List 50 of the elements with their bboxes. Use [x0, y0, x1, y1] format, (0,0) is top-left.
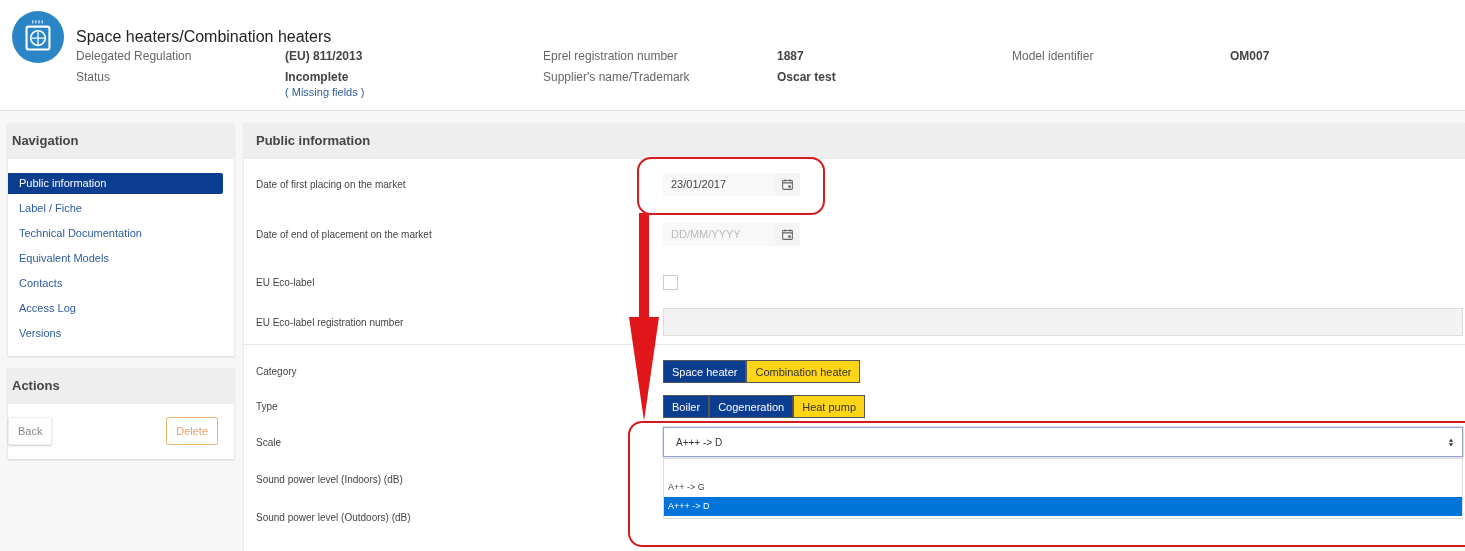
toggle-button[interactable]: Heat pump	[793, 395, 865, 418]
field-label: Type	[256, 401, 279, 412]
back-button[interactable]: Back	[8, 417, 53, 445]
date-field[interactable]: 23/01/2017	[663, 172, 775, 196]
missing-fields-link[interactable]: ( Missing fields )	[285, 86, 543, 98]
field-value: OM007	[1230, 49, 1271, 63]
page-title: Space heaters/Combination heaters	[76, 28, 333, 46]
field-label: Delegated Regulation	[76, 49, 193, 63]
field-label: EU Eco-label	[256, 276, 316, 288]
panel-title: Public information	[244, 123, 1465, 159]
nav-item[interactable]: Contacts	[8, 273, 223, 294]
calendar-button[interactable]	[775, 222, 800, 246]
field-label: Sound power level (Outdoors) (dB)	[256, 511, 412, 523]
calendar-button[interactable]	[775, 172, 800, 196]
field-value: (EU) 811/2013	[285, 49, 364, 63]
nav-item[interactable]: Access Log	[8, 298, 223, 319]
field-label: Category	[256, 366, 298, 377]
nav-item[interactable]: Versions	[8, 323, 223, 344]
nav-item[interactable]: Technical Documentation	[8, 223, 223, 244]
date-field[interactable]: DD/MM/YYYY	[663, 222, 775, 246]
field-value: Incomplete	[285, 70, 350, 84]
field-label: Sound power level (Indoors) (dB)	[256, 473, 404, 485]
nav-item[interactable]: Public information	[8, 173, 223, 194]
heater-icon	[12, 11, 64, 63]
field-label: Supplier's name/Trademark	[543, 70, 691, 86]
field-label: EU Eco-label registration number	[256, 316, 405, 328]
calendar-icon	[781, 227, 794, 241]
nav-item[interactable]: Label / Fiche	[8, 198, 223, 219]
toggle-button[interactable]: Combination heater	[746, 360, 861, 383]
calendar-icon	[781, 177, 794, 191]
field-value: Oscar test	[777, 70, 837, 84]
field-label: Model identifier	[1012, 49, 1095, 63]
field-label: Date of first placing on the market	[256, 178, 407, 190]
field-label: Date of end of placement on the market	[256, 228, 433, 240]
field-value: 1887	[777, 49, 805, 63]
toggle-button[interactable]: Cogeneration	[709, 395, 794, 418]
field-label: Eprel registration number	[543, 49, 679, 63]
sort-icon	[1448, 437, 1454, 447]
toggle-button[interactable]: Boiler	[663, 395, 710, 418]
field-label: Status	[76, 70, 112, 86]
select-field[interactable]: A+++ -> D	[663, 427, 1463, 457]
panel-title: Actions	[8, 368, 234, 404]
toggle-button[interactable]: Space heater	[663, 360, 747, 383]
dropdown-option[interactable]: A++ -> G	[664, 478, 1462, 497]
nav-item[interactable]: Equivalent Models	[8, 248, 223, 269]
dropdown-option[interactable]: A+++ -> D	[664, 497, 1462, 516]
checkbox[interactable]	[663, 274, 678, 290]
panel-title: Navigation	[8, 123, 234, 159]
arrow-icon	[629, 213, 659, 421]
field-label: Scale	[256, 436, 282, 448]
